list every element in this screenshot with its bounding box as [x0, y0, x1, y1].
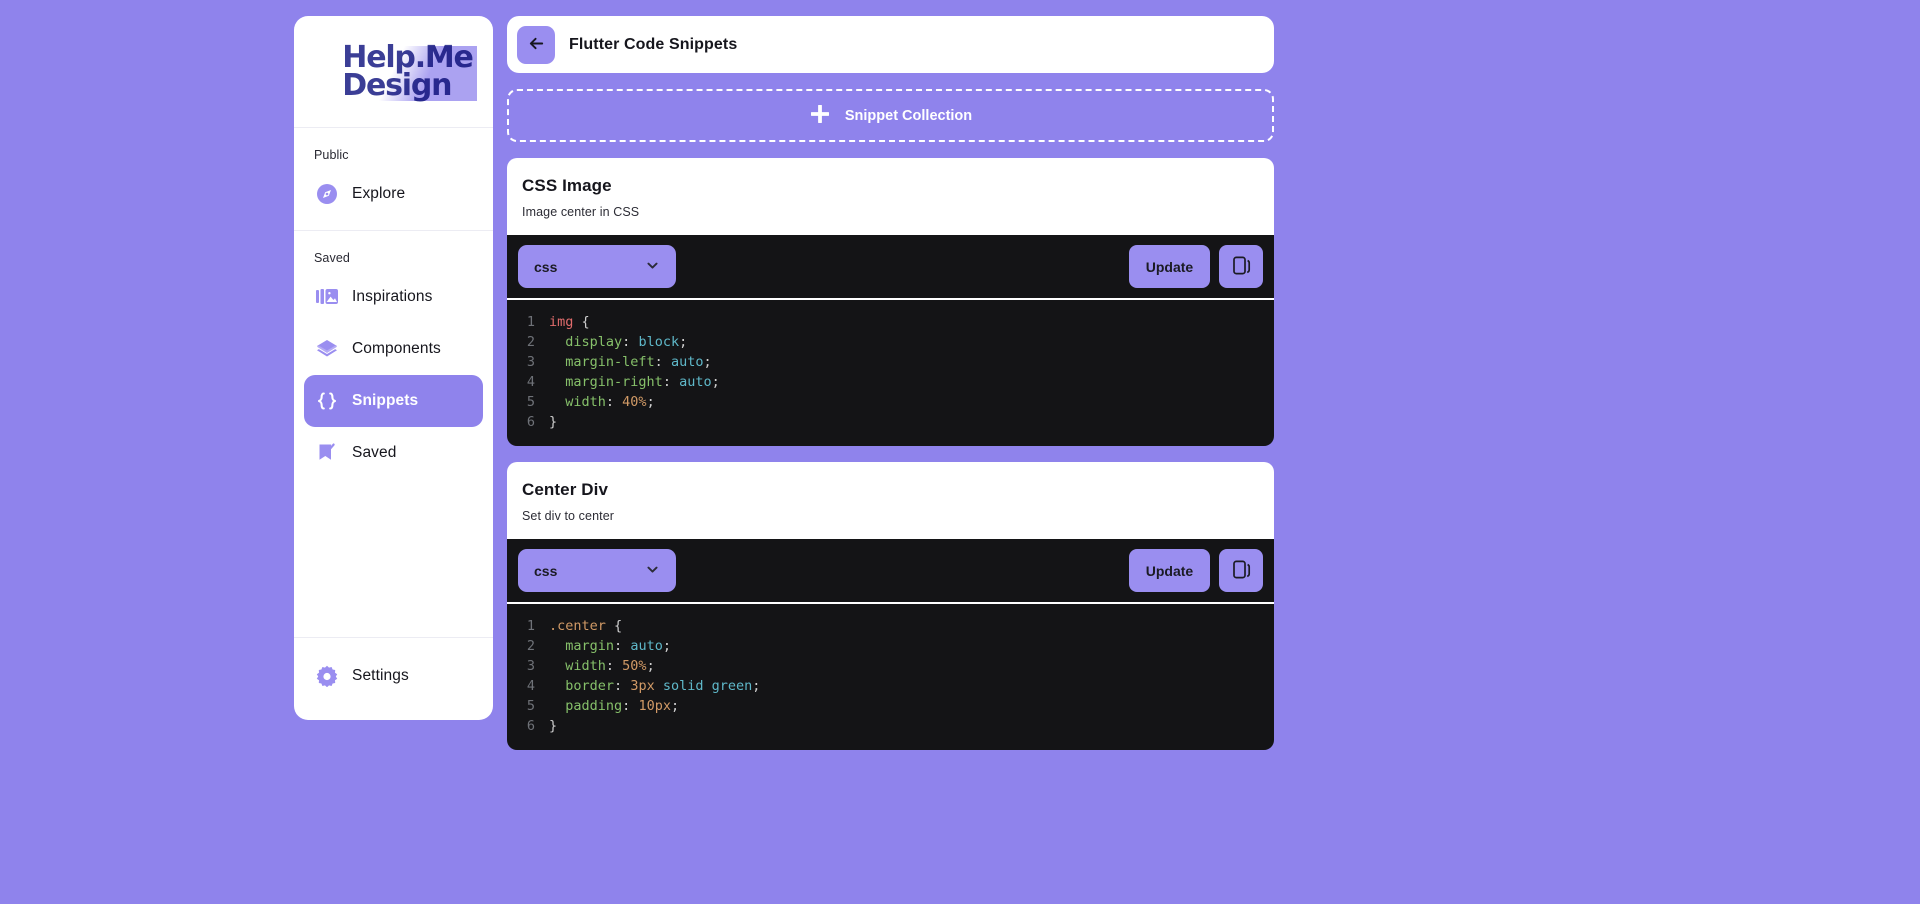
- code-line: 3 width: 50%;: [507, 656, 1274, 676]
- line-number: 3: [526, 658, 535, 674]
- add-snippet-collection-label: Snippet Collection: [844, 107, 973, 124]
- language-select-value: css: [534, 562, 558, 579]
- code-line-text: }: [549, 414, 558, 430]
- copy-button[interactable]: [1219, 549, 1263, 592]
- chevron-down-icon: [645, 258, 660, 276]
- line-number: 6: [526, 718, 535, 734]
- main-content: Flutter Code Snippets Snippet Collection…: [507, 16, 1274, 750]
- sidebar-item-label: Explore: [352, 185, 406, 202]
- code-line-text: padding: 10px;: [565, 698, 680, 714]
- sidebar: Help.Me Design Public Explore Saved Insp…: [294, 16, 493, 720]
- snippet-description: Image center in CSS: [522, 205, 640, 219]
- copy-icon: [1231, 255, 1252, 279]
- logo-line-2: Design: [342, 67, 452, 103]
- braces-icon: [316, 390, 338, 412]
- snippet-title: Center Div: [522, 480, 609, 499]
- code-line: 1 img {: [507, 312, 1274, 332]
- sidebar-item-label: Snippets: [352, 392, 419, 409]
- code-line-text: display: block;: [565, 334, 688, 350]
- sidebar-item-settings[interactable]: Settings: [304, 650, 483, 702]
- sidebar-item-label: Inspirations: [352, 288, 433, 305]
- snippet-card-header: Center Div Set div to center: [507, 462, 1274, 539]
- code-toolbar: css Update: [507, 235, 1274, 298]
- sidebar-item-inspirations[interactable]: Inspirations: [304, 271, 483, 323]
- gear-icon: [316, 665, 338, 687]
- code-block[interactable]: 1 img {2 display: block; 3 margin-left: au…: [507, 298, 1274, 446]
- chevron-down-icon: [645, 562, 660, 580]
- language-select[interactable]: css: [518, 549, 676, 592]
- code-line-text: img {: [549, 314, 590, 330]
- sidebar-item-snippets[interactable]: Snippets: [304, 375, 483, 427]
- snippet-card: Center Div Set div to center css Update: [507, 462, 1274, 750]
- sidebar-item-label: Saved: [352, 444, 397, 461]
- add-snippet-collection-button[interactable]: Snippet Collection: [507, 89, 1274, 142]
- code-line-text: .center {: [549, 618, 623, 634]
- code-line-text: margin-left: auto;: [565, 354, 712, 370]
- snippet-card: CSS Image Image center in CSS css Update: [507, 158, 1274, 446]
- code-toolbar: css Update: [507, 539, 1274, 602]
- line-number: 3: [526, 354, 535, 370]
- code-line: 3 margin-left: auto;: [507, 352, 1274, 372]
- arrow-left-icon: [527, 34, 546, 56]
- code-line: 5 width: 40%;: [507, 392, 1274, 412]
- layers-icon: [316, 338, 338, 360]
- update-button[interactable]: Update: [1129, 245, 1210, 288]
- page-header: Flutter Code Snippets: [507, 16, 1274, 73]
- plus-icon: [809, 103, 831, 129]
- code-line: 5 padding: 10px;: [507, 696, 1274, 716]
- app-root: Help.Me Design Public Explore Saved Insp…: [0, 0, 1920, 904]
- language-select[interactable]: css: [518, 245, 676, 288]
- sidebar-item-label: Components: [352, 340, 441, 357]
- compass-icon: [316, 183, 338, 205]
- line-number: 5: [526, 698, 535, 714]
- snippet-description: Set div to center: [522, 509, 615, 523]
- line-number: 6: [526, 414, 535, 430]
- code-line-text: width: 40%;: [565, 394, 655, 410]
- line-number: 2: [526, 638, 535, 654]
- line-number: 4: [526, 678, 535, 694]
- gallery-icon: [316, 286, 338, 308]
- code-line-text: border: 3px solid green;: [565, 678, 761, 694]
- code-line-text: }: [549, 718, 558, 734]
- sidebar-section-label-public: Public: [314, 148, 349, 162]
- snippet-card-header: CSS Image Image center in CSS: [507, 158, 1274, 235]
- code-line: 2 display: block;: [507, 332, 1274, 352]
- sidebar-section-label-saved: Saved: [314, 251, 350, 265]
- bookmark-check-icon: [316, 442, 338, 464]
- line-number: 4: [526, 374, 535, 390]
- code-line-text: margin-right: auto;: [565, 374, 720, 390]
- line-number: 5: [526, 394, 535, 410]
- line-number: 1: [526, 314, 535, 330]
- code-line: 6}: [507, 716, 1274, 736]
- language-select-value: css: [534, 258, 558, 275]
- line-number: 2: [526, 334, 535, 350]
- sidebar-group-public: Explore: [294, 168, 493, 231]
- sidebar-item-explore[interactable]: Explore: [304, 168, 483, 220]
- sidebar-item-saved[interactable]: Saved: [304, 427, 483, 479]
- update-button[interactable]: Update: [1129, 549, 1210, 592]
- app-logo: Help.Me Design: [294, 16, 493, 128]
- copy-icon: [1231, 559, 1252, 583]
- code-line: 1 .center {: [507, 616, 1274, 636]
- sidebar-group-saved: Inspirations Components Snippets Saved: [294, 271, 493, 489]
- code-line-text: margin: auto;: [565, 638, 671, 654]
- code-line: 4 margin-right: auto;: [507, 372, 1274, 392]
- sidebar-item-components[interactable]: Components: [304, 323, 483, 375]
- code-block[interactable]: 1 .center {2 margin: auto; 3 width: 50%; 4 …: [507, 602, 1274, 750]
- back-button[interactable]: [517, 25, 555, 64]
- line-number: 1: [526, 618, 535, 634]
- code-line-text: width: 50%;: [565, 658, 655, 674]
- sidebar-group-settings: Settings: [294, 637, 493, 720]
- page-title: Flutter Code Snippets: [569, 35, 738, 53]
- code-line: 4 border: 3px solid green;: [507, 676, 1274, 696]
- code-line: 6}: [507, 412, 1274, 432]
- sidebar-item-label: Settings: [352, 667, 409, 684]
- snippet-title: CSS Image: [522, 176, 612, 195]
- copy-button[interactable]: [1219, 245, 1263, 288]
- code-line: 2 margin: auto;: [507, 636, 1274, 656]
